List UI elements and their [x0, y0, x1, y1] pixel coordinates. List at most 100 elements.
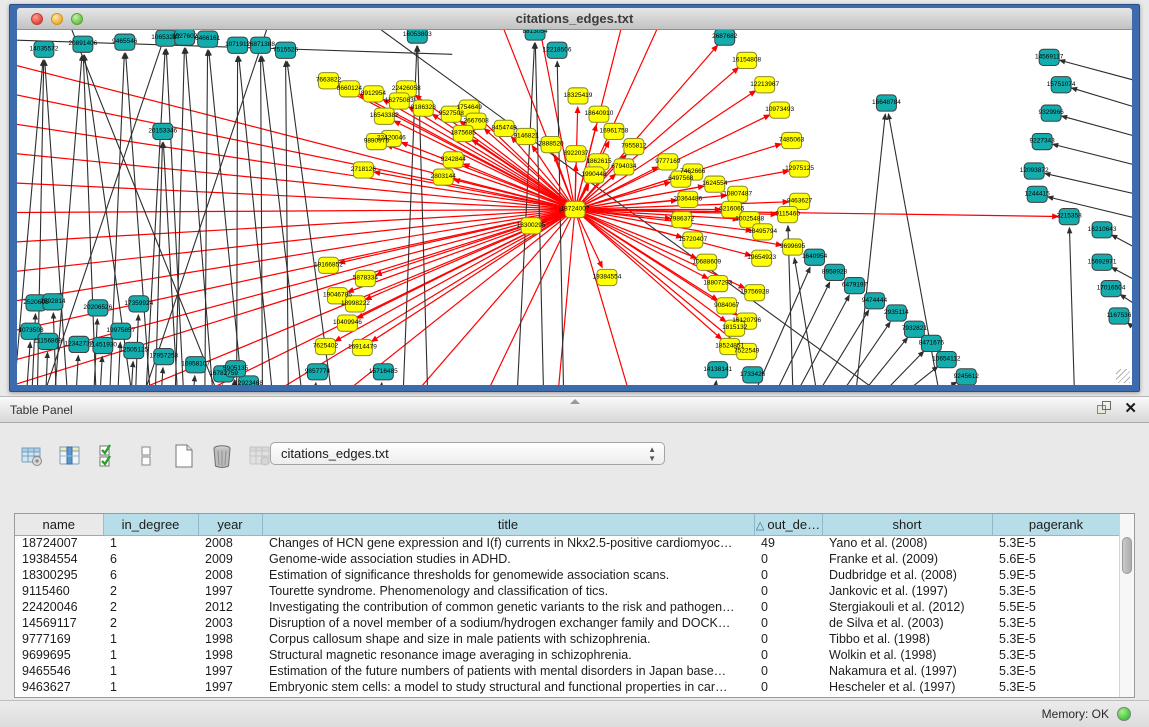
network-window: citations_edges.txt 18724007766382286601… — [9, 4, 1140, 392]
table-cell: 5.3E-5 — [992, 631, 1120, 647]
graph-node-label: 6794034 — [611, 163, 637, 170]
table-cell: 5.9E-5 — [992, 567, 1120, 583]
table-cell: 0 — [754, 583, 822, 599]
delete-table-icon[interactable] — [208, 442, 236, 470]
graph-node-label: 1167536 — [1107, 312, 1132, 319]
table-panel-title: Table Panel — [10, 403, 73, 417]
graph-node-label: 10688609 — [692, 258, 721, 265]
column-header-out_de[interactable]: △ out_de… — [754, 514, 822, 535]
table-panel-header: Table Panel ✕ — [0, 396, 1149, 423]
graph-node-label: 17359924 — [124, 300, 153, 307]
graph-edge — [17, 210, 575, 385]
graph-node-label: 20153346 — [148, 127, 177, 134]
close-panel-icon[interactable]: ✕ — [1124, 401, 1137, 416]
graph-edge — [25, 342, 30, 385]
table-cell: 0 — [754, 663, 822, 679]
graph-edge — [794, 258, 820, 385]
column-header-title[interactable]: title — [262, 514, 754, 535]
resize-grip[interactable] — [1116, 369, 1130, 383]
graph-node-label: 8454749 — [492, 124, 518, 131]
graph-node-label: 16914479 — [348, 343, 377, 350]
table-cell: Tibbo et al. (1998) — [822, 631, 992, 647]
citation-network-graph[interactable]: 1872400776638228660124891295422426058162… — [17, 30, 1132, 385]
column-header-in_degree[interactable]: in_degree — [103, 514, 198, 535]
table-cell: 0 — [754, 551, 822, 567]
table-cell: 5.3E-5 — [992, 647, 1120, 663]
table-cell: 6 — [103, 551, 198, 567]
graph-edge — [896, 382, 956, 385]
graph-edge — [205, 50, 208, 385]
graph-edge — [99, 357, 102, 385]
table-row[interactable]: 1872400712008Changes of HCN gene express… — [15, 535, 1120, 551]
table-row[interactable]: 946362711997Embryonic stem cells: a mode… — [15, 679, 1120, 695]
table-row[interactable]: 969969511998Structural magnetic resonanc… — [15, 647, 1120, 663]
select-all-icon[interactable] — [94, 442, 122, 470]
graph-node-label: 9463627 — [787, 197, 813, 204]
graph-node-label: 9465546 — [112, 38, 138, 45]
graph-node-label: 15751074 — [1047, 81, 1076, 88]
scrollbar-thumb[interactable] — [1122, 537, 1132, 574]
network-window-titlebar[interactable]: citations_edges.txt — [17, 8, 1132, 30]
table-scrollbar[interactable] — [1119, 514, 1134, 697]
table-select-dropdown[interactable]: citations_edges.txt ▲▼ — [270, 442, 665, 465]
select-columns-icon[interactable] — [56, 442, 84, 470]
table-cell: 5.3E-5 — [992, 615, 1120, 631]
graph-edge — [827, 322, 891, 385]
memory-ok-indicator[interactable] — [1117, 707, 1131, 721]
table-row[interactable]: 911546021997Tourette syndrome. Phenomeno… — [15, 583, 1120, 599]
table-row[interactable]: 1938455462009Genome-wide association stu… — [15, 551, 1120, 567]
column-header-pagerank[interactable]: pagerank — [992, 514, 1120, 535]
table-cell: 5.3E-5 — [992, 679, 1120, 695]
table-row[interactable]: 2242004622012Investigating the contribut… — [15, 599, 1120, 615]
table-cell: 2 — [103, 583, 198, 599]
graph-edge — [1053, 144, 1132, 170]
graph-node-label: 9115460 — [775, 211, 800, 218]
graph-edge — [377, 383, 381, 385]
table-cell: 9115460 — [15, 583, 103, 599]
graph-node-label: 3215358 — [1056, 213, 1082, 220]
graph-node-label: 2687682 — [712, 33, 738, 40]
table-row[interactable]: 946554611997Estimation of the future num… — [15, 663, 1120, 679]
float-panel-icon[interactable] — [1097, 401, 1112, 416]
graph-node-label: 2667608 — [464, 117, 490, 124]
graph-node-label: 18807293 — [703, 280, 732, 287]
graph-node-label: 9527508 — [439, 110, 465, 117]
graph-node-label: 19654923 — [747, 254, 776, 261]
graph-node-label: 1073508 — [18, 327, 44, 334]
column-header-name[interactable]: name — [15, 514, 103, 535]
new-table-icon[interactable] — [170, 442, 198, 470]
graph-edge — [1069, 228, 1075, 385]
graph-edge — [17, 210, 575, 213]
graph-edge — [37, 30, 167, 385]
graph-node-label: 6216065 — [719, 206, 745, 213]
table-row[interactable]: 1830029562008Estimation of significance … — [15, 567, 1120, 583]
graph-node-label: 2718126 — [351, 166, 377, 173]
table-row[interactable]: 977716911998Corpus callosum shape and si… — [15, 631, 1120, 647]
graph-node-label: 9857774 — [305, 368, 331, 375]
graph-node-label: 9146821 — [513, 132, 539, 139]
table-cell: Jankovic et al. (1997) — [822, 583, 992, 599]
graph-node-label: 20364486 — [673, 195, 702, 202]
graph-node-label: 16961758 — [600, 127, 629, 134]
table-cell: 2012 — [198, 599, 262, 615]
table-settings-icon[interactable] — [18, 442, 46, 470]
table-cell: Investigating the contribution of common… — [262, 599, 754, 615]
graph-node-label: 2803144 — [431, 173, 457, 180]
row-height-icon[interactable] — [132, 442, 160, 470]
table-cell: 2003 — [198, 615, 262, 631]
graph-node-label: 14569117 — [1035, 53, 1064, 60]
panel-divider-handle[interactable] — [570, 399, 580, 404]
table-cell: 0 — [754, 647, 822, 663]
graph-node-label: 1527602 — [172, 33, 198, 40]
table-cell: 1998 — [198, 647, 262, 663]
table-row[interactable]: 1456911722003Disruption of a novel membe… — [15, 615, 1120, 631]
graph-node-label: 12218506 — [543, 46, 572, 53]
table-cell: 0 — [754, 615, 822, 631]
column-header-year[interactable]: year — [198, 514, 262, 535]
graph-node-label: 8922037 — [563, 150, 589, 157]
table-select-value: citations_edges.txt — [281, 446, 389, 461]
graph-node-label: 9474444 — [862, 297, 888, 304]
table-panel: Table Panel ✕ — [0, 396, 1149, 727]
network-canvas[interactable]: 1872400776638228660124891295422426058162… — [17, 30, 1132, 385]
column-header-short[interactable]: short — [822, 514, 992, 535]
